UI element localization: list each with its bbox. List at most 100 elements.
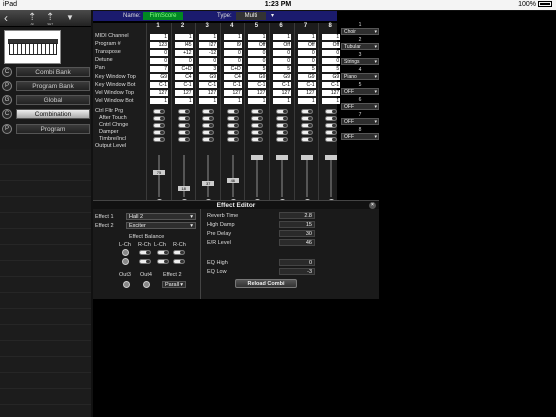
param-cell[interactable]: 0 — [223, 57, 242, 64]
toggle-switch[interactable] — [177, 130, 190, 135]
out3-knob[interactable] — [123, 281, 130, 288]
toggle-switch[interactable] — [177, 123, 190, 128]
toggle-switch[interactable] — [153, 116, 165, 121]
param-cell[interactable]: 0 — [297, 49, 316, 56]
name-field[interactable]: FilmScore — [143, 12, 183, 20]
close-icon[interactable]: × — [369, 202, 376, 209]
param-cell[interactable]: 0 — [273, 57, 291, 64]
output-fader-track[interactable] — [330, 155, 333, 197]
param-cell[interactable]: 5 — [248, 65, 267, 72]
fader-cap[interactable]: 75 — [153, 169, 165, 175]
param-cell[interactable]: G9 — [273, 74, 291, 80]
toggle-switch[interactable] — [202, 137, 215, 142]
param-cell[interactable]: C-1 — [174, 82, 193, 89]
param-cell[interactable]: 127 — [273, 90, 291, 97]
param-value-reverb-time[interactable]: 2.8 — [279, 212, 315, 219]
param-cell[interactable]: 1 — [223, 98, 242, 105]
fader-cap[interactable]: 18 — [177, 185, 190, 191]
timbre-program-select[interactable]: Choir — [341, 28, 379, 35]
param-cell[interactable]: 0 — [322, 49, 341, 56]
param-cell[interactable]: 0 — [150, 49, 168, 56]
param-cell[interactable]: 0 — [174, 57, 193, 64]
fader-cap[interactable] — [276, 155, 288, 160]
param-cell[interactable]: 1 — [174, 98, 193, 105]
eq-high-value[interactable]: 0 — [279, 259, 315, 266]
effect2-select[interactable]: Exciter — [126, 222, 196, 229]
nav-combination[interactable]: C Combination — [2, 108, 90, 120]
param-cell[interactable]: Off — [273, 41, 291, 48]
fader-cap[interactable]: 37 — [202, 180, 215, 186]
param-cell[interactable]: 0 — [297, 57, 316, 64]
toggle-switch[interactable] — [276, 137, 288, 142]
param-cell[interactable]: 7 — [150, 65, 168, 72]
param-cell[interactable]: 1 — [322, 33, 341, 40]
param-cell[interactable]: 1 — [223, 33, 242, 40]
param-cell[interactable]: 1 — [248, 98, 267, 105]
param-cell[interactable]: 1 — [150, 98, 168, 105]
param-cell[interactable]: 0 — [248, 49, 267, 56]
output-fader-track[interactable] — [231, 155, 234, 197]
balance-knob-2[interactable] — [122, 258, 129, 265]
param-cell[interactable]: 127 — [199, 90, 218, 97]
upload-set-button[interactable]: ⇡ SET — [46, 12, 54, 26]
toggle-switch[interactable] — [226, 109, 239, 114]
output-fader-track[interactable] — [207, 155, 210, 197]
output-fader-track[interactable] — [305, 155, 308, 197]
toggle-switch[interactable] — [276, 116, 288, 121]
nav-program-bank[interactable]: P Program Bank — [2, 80, 90, 92]
balance-switch-2[interactable] — [157, 250, 169, 255]
toggle-switch[interactable] — [325, 137, 338, 142]
param-cell[interactable]: 0 — [248, 57, 267, 64]
toggle-switch[interactable] — [177, 116, 190, 121]
type-select[interactable]: Multi — [236, 12, 274, 20]
param-cell[interactable]: 5 — [297, 65, 316, 72]
out4-knob[interactable] — [143, 281, 150, 288]
timbre-program-select[interactable]: OFF — [341, 103, 379, 110]
toggle-switch[interactable] — [325, 116, 338, 121]
toggle-switch[interactable] — [276, 123, 288, 128]
param-cell[interactable]: 127 — [174, 90, 193, 97]
timbre-program-select[interactable]: OFF — [341, 118, 379, 125]
fader-cap[interactable] — [300, 155, 313, 160]
toggle-switch[interactable] — [276, 130, 288, 135]
balance-switch-6[interactable] — [173, 259, 185, 264]
param-cell[interactable]: Off — [248, 41, 267, 48]
param-cell[interactable]: 1 — [199, 98, 218, 105]
toggle-switch[interactable] — [177, 109, 190, 114]
param-value-er-level[interactable]: 46 — [279, 239, 315, 246]
param-cell[interactable]: 1 — [174, 33, 193, 40]
eq-low-value[interactable]: -3 — [279, 268, 315, 275]
toggle-switch[interactable] — [202, 123, 215, 128]
param-cell[interactable]: 127 — [297, 90, 316, 97]
param-value-high-damp[interactable]: 15 — [279, 221, 315, 228]
upload-all-button[interactable]: ⇡ All — [28, 12, 36, 26]
toggle-switch[interactable] — [226, 116, 239, 121]
toggle-switch[interactable] — [226, 123, 239, 128]
fader-cap[interactable] — [251, 155, 264, 160]
param-cell[interactable]: C-1 — [273, 82, 291, 89]
toggle-switch[interactable] — [251, 123, 264, 128]
param-cell[interactable]: C4 — [174, 74, 193, 80]
param-cell[interactable]: I9 — [223, 41, 242, 48]
toggle-switch[interactable] — [300, 130, 313, 135]
param-cell[interactable]: 1 — [297, 33, 316, 40]
toggle-switch[interactable] — [325, 109, 338, 114]
param-cell[interactable]: G9 — [297, 74, 316, 80]
param-cell[interactable]: 3 — [199, 65, 218, 72]
param-cell[interactable]: 5 — [322, 65, 341, 72]
toggle-switch[interactable] — [325, 130, 338, 135]
param-cell[interactable]: Off — [322, 41, 341, 48]
param-cell[interactable]: 1 — [273, 33, 291, 40]
timbre-program-select[interactable]: Strings — [341, 58, 379, 65]
param-cell[interactable]: G9 — [199, 74, 218, 80]
param-cell[interactable]: 1 — [322, 98, 341, 105]
timbre-program-select[interactable]: OFF — [341, 133, 379, 140]
param-cell[interactable]: 5 — [273, 65, 291, 72]
output-fader-track[interactable] — [281, 155, 283, 197]
toggle-switch[interactable] — [202, 130, 215, 135]
toggle-switch[interactable] — [226, 137, 239, 142]
param-cell[interactable]: C+D — [223, 65, 242, 72]
param-cell[interactable]: +12 — [174, 49, 193, 56]
fader-cap[interactable] — [325, 155, 338, 160]
balance-switch-5[interactable] — [157, 259, 169, 264]
